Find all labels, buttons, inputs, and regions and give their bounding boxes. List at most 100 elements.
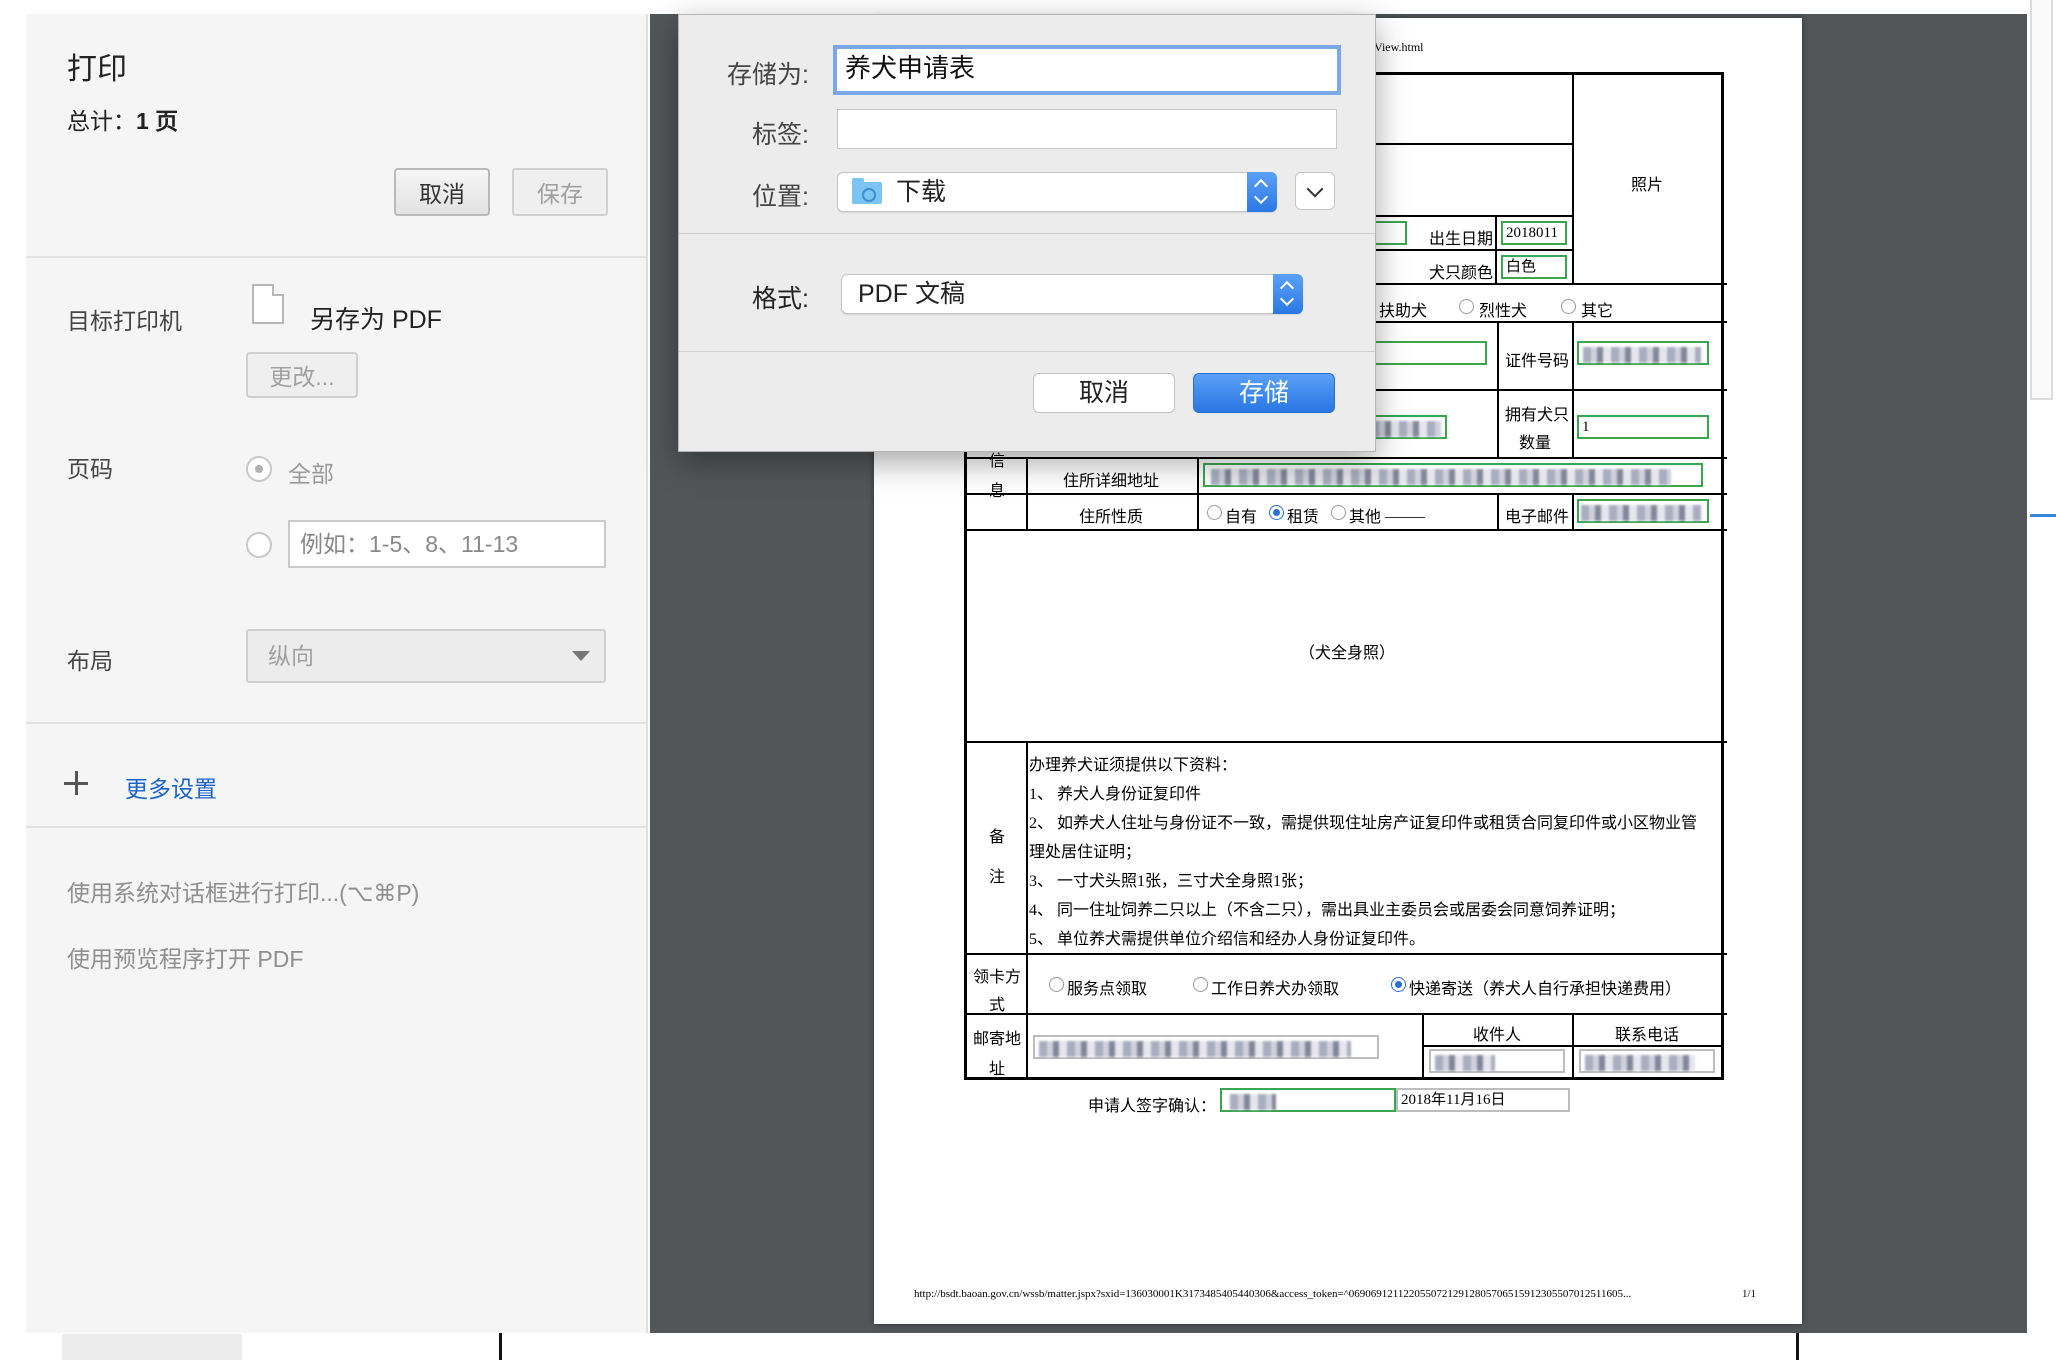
layout-value: 纵向	[268, 643, 314, 669]
dog-color-field[interactable]: 白色	[1501, 255, 1567, 279]
printer-name: 另存为 PDF	[310, 306, 442, 334]
residence-option: 其他	[1349, 509, 1382, 526]
location-select[interactable]: 下载	[837, 172, 1277, 212]
more-settings-link[interactable]: 更多设置	[125, 770, 217, 804]
plus-icon[interactable]	[64, 771, 88, 795]
table-line	[1497, 493, 1499, 529]
dog-type-radio[interactable]	[1459, 299, 1474, 314]
cancel-button[interactable]: 取消	[394, 168, 490, 216]
redacted-text	[1230, 1094, 1276, 1110]
pages-range-input[interactable]: 例如：1-5、8、11-13	[288, 520, 606, 568]
info-label: 息	[988, 483, 1006, 500]
divider	[679, 351, 1375, 352]
save-dialog: 存储为: 养犬申请表 标签: 位置: 下载 格式: PDF 文稿 取消 存储	[678, 14, 1376, 452]
owned-dogs-label: 数量	[1519, 435, 1552, 452]
table-line	[967, 493, 1727, 495]
total-value: 1 页	[136, 108, 179, 134]
dog-type-radio[interactable]	[1561, 299, 1576, 314]
notes-label: 备	[988, 829, 1006, 846]
change-printer-button[interactable]: 更改...	[246, 352, 358, 398]
pickup-option: 工作日养犬办领取	[1211, 981, 1340, 998]
pickup-radio[interactable]	[1049, 977, 1064, 992]
updown-arrows-icon	[1247, 172, 1277, 212]
phone-label: 联系电话	[1614, 1027, 1680, 1044]
tags-label: 标签:	[752, 121, 809, 149]
system-dialog-link[interactable]: 使用系统对话框进行打印...(⌥⌘P)	[67, 874, 419, 908]
background-divider	[1796, 1332, 1799, 1360]
redacted-text	[1435, 1055, 1495, 1071]
dog-type-option: 扶助犬	[1379, 303, 1428, 320]
save-as-label: 存储为:	[727, 61, 809, 89]
table-line	[1372, 143, 1572, 145]
total-pages: 总计：1 页	[67, 102, 178, 136]
field-box	[1367, 341, 1487, 365]
mail-address-label: 址	[988, 1061, 1006, 1078]
pages-all-label: 全部	[288, 461, 334, 487]
note-line: 理处居住证明；	[1029, 844, 1142, 861]
dialog-save-button[interactable]: 存储	[1193, 373, 1335, 413]
format-label: 格式:	[752, 285, 809, 313]
residence-option: 自有	[1225, 509, 1258, 526]
address-label: 住所详细地址	[1062, 473, 1160, 490]
birth-date-field[interactable]: 2018011	[1501, 221, 1567, 245]
pickup-radio[interactable]	[1193, 977, 1208, 992]
residence-radio[interactable]	[1269, 505, 1284, 520]
filename-input[interactable]: 养犬申请表	[833, 45, 1341, 95]
redacted-text	[1583, 347, 1701, 363]
dialog-cancel-button[interactable]: 取消	[1033, 373, 1175, 413]
divider	[26, 826, 646, 828]
mail-address-label: 邮寄地	[972, 1031, 1022, 1048]
table-line	[1422, 1045, 1724, 1047]
destination-label: 目标打印机	[67, 308, 182, 334]
save-button[interactable]: 保存	[512, 168, 608, 216]
signature-date-field[interactable]: 2018年11月16日	[1396, 1088, 1570, 1112]
chevron-down-icon	[572, 651, 590, 661]
redacted-text	[1585, 1055, 1695, 1071]
redacted-text	[1039, 1041, 1351, 1057]
updown-arrows-icon	[1273, 274, 1303, 314]
format-select[interactable]: PDF 文稿	[841, 274, 1303, 314]
residence-radio[interactable]	[1331, 505, 1346, 520]
residence-other-blank: _____	[1385, 503, 1425, 520]
format-value: PDF 文稿	[858, 280, 965, 308]
tags-input[interactable]	[837, 109, 1337, 149]
owned-dogs-field[interactable]: 1	[1577, 415, 1709, 439]
recipient-label: 收件人	[1472, 1027, 1522, 1044]
dog-type-option: 其它	[1581, 303, 1614, 320]
dog-type-option: 烈性犬	[1479, 303, 1528, 320]
background-divider	[499, 1332, 502, 1360]
table-line	[1572, 75, 1574, 283]
pages-all-radio[interactable]	[246, 456, 272, 482]
location-value: 下载	[896, 178, 947, 206]
divider	[26, 722, 646, 724]
pages-label: 页码	[67, 456, 113, 482]
pickup-option: 快递寄送（养犬人自行承担快递费用）	[1409, 981, 1682, 998]
pickup-option: 服务点领取	[1067, 981, 1148, 998]
background-accent-line	[2030, 514, 2056, 517]
location-label: 位置:	[752, 183, 809, 211]
note-line: 3、 一寸犬头照1张，三寸犬全身照1张；	[1029, 873, 1314, 890]
owned-dogs-label: 拥有犬只	[1505, 407, 1570, 424]
downloads-folder-icon	[852, 178, 882, 204]
background-scrollbar	[2030, 0, 2053, 400]
open-preview-link[interactable]: 使用预览程序打开 PDF	[67, 940, 303, 974]
background-tab	[62, 1334, 242, 1360]
layout-select[interactable]: 纵向	[246, 629, 606, 683]
pdf-document-icon	[252, 284, 284, 324]
dog-photo-placeholder: （犬全身照）	[1298, 645, 1396, 662]
table-line	[967, 953, 1727, 955]
print-settings-panel: 打印 总计：1 页 取消 保存 目标打印机 另存为 PDF 更改... 页码 全…	[26, 14, 648, 1333]
expand-dialog-button[interactable]	[1295, 172, 1335, 210]
print-title: 打印	[67, 53, 127, 86]
table-line	[1572, 493, 1574, 529]
pickup-label: 领卡方	[972, 969, 1022, 986]
pickup-radio[interactable]	[1391, 977, 1406, 992]
table-line	[967, 529, 1727, 531]
residence-radio[interactable]	[1207, 505, 1222, 520]
residence-type-label: 住所性质	[1078, 509, 1144, 526]
total-label: 总计：	[67, 108, 136, 134]
note-line: 4、 同一住址饲养二只以上（不含二只），需出具业主委员会或居委会同意饲养证明；	[1029, 902, 1626, 919]
table-line	[967, 741, 1727, 743]
signature-label: 申请人签字确认：	[1088, 1098, 1217, 1115]
pages-custom-radio[interactable]	[246, 532, 272, 558]
